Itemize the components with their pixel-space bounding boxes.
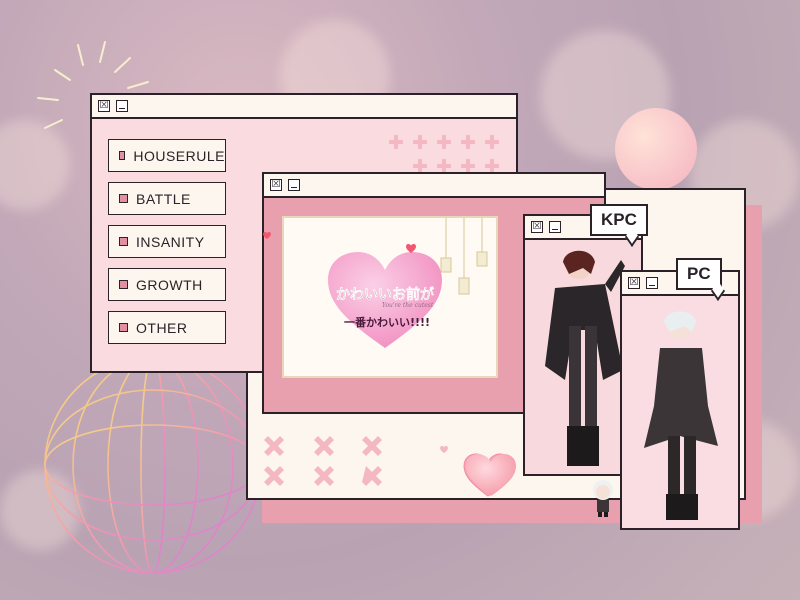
menu-item-houserule[interactable]: HOUSERULE (108, 139, 226, 172)
cross-pattern (264, 436, 382, 486)
minimize-icon[interactable] (549, 221, 561, 233)
decorative-sphere (615, 108, 697, 190)
bullet-icon (119, 151, 126, 160)
pc-speech-bubble: PC (676, 258, 722, 290)
title-line-1: かわいいお前が (336, 287, 434, 303)
small-heart-icon (440, 446, 448, 453)
bullet-icon (119, 194, 128, 203)
menu-item-label: INSANITY (136, 233, 205, 250)
title-line-2: 一番かわいい!!!! (344, 316, 431, 329)
pc-window: ☒ (620, 270, 740, 530)
window-titlebar: ☒ (92, 95, 516, 119)
menu-item-label: BATTLE (136, 190, 191, 207)
small-heart-icon (406, 244, 416, 253)
menu-item-insanity[interactable]: INSANITY (108, 225, 226, 258)
menu-item-other[interactable]: OTHER (108, 311, 226, 344)
heart-icon (466, 454, 516, 496)
title-card: かわいいお前が You're the cutest 一番かわいい!!!! (282, 216, 498, 378)
close-icon[interactable]: ☒ (628, 277, 640, 289)
globe-icon (44, 356, 262, 574)
menu-item-growth[interactable]: GROWTH (108, 268, 226, 301)
minimize-icon[interactable] (116, 100, 128, 112)
close-icon[interactable]: ☒ (270, 179, 282, 191)
kpc-speech-bubble: KPC (590, 204, 648, 236)
minimize-icon[interactable] (646, 277, 658, 289)
menu-item-label: OTHER (136, 319, 188, 336)
title-subtitle: You're the cutest (382, 302, 434, 309)
bullet-icon (119, 323, 128, 332)
menu-item-battle[interactable]: BATTLE (108, 182, 226, 215)
pc-portrait-area (622, 296, 738, 528)
bullet-icon (119, 280, 128, 289)
window-titlebar: ☒ (264, 174, 604, 198)
menu-item-label: GROWTH (136, 276, 203, 293)
bullet-icon (119, 237, 128, 246)
pc-label: PC (687, 264, 711, 283)
small-heart-icon (263, 232, 271, 239)
minimize-icon[interactable] (288, 179, 300, 191)
close-icon[interactable]: ☒ (531, 221, 543, 233)
chibi-mascot (593, 480, 613, 517)
menu-item-label: HOUSERULE (133, 147, 225, 164)
lantern-decoration (440, 218, 488, 295)
kpc-label: KPC (601, 210, 637, 229)
pc-character-illustration (644, 311, 718, 520)
close-icon[interactable]: ☒ (98, 100, 110, 112)
